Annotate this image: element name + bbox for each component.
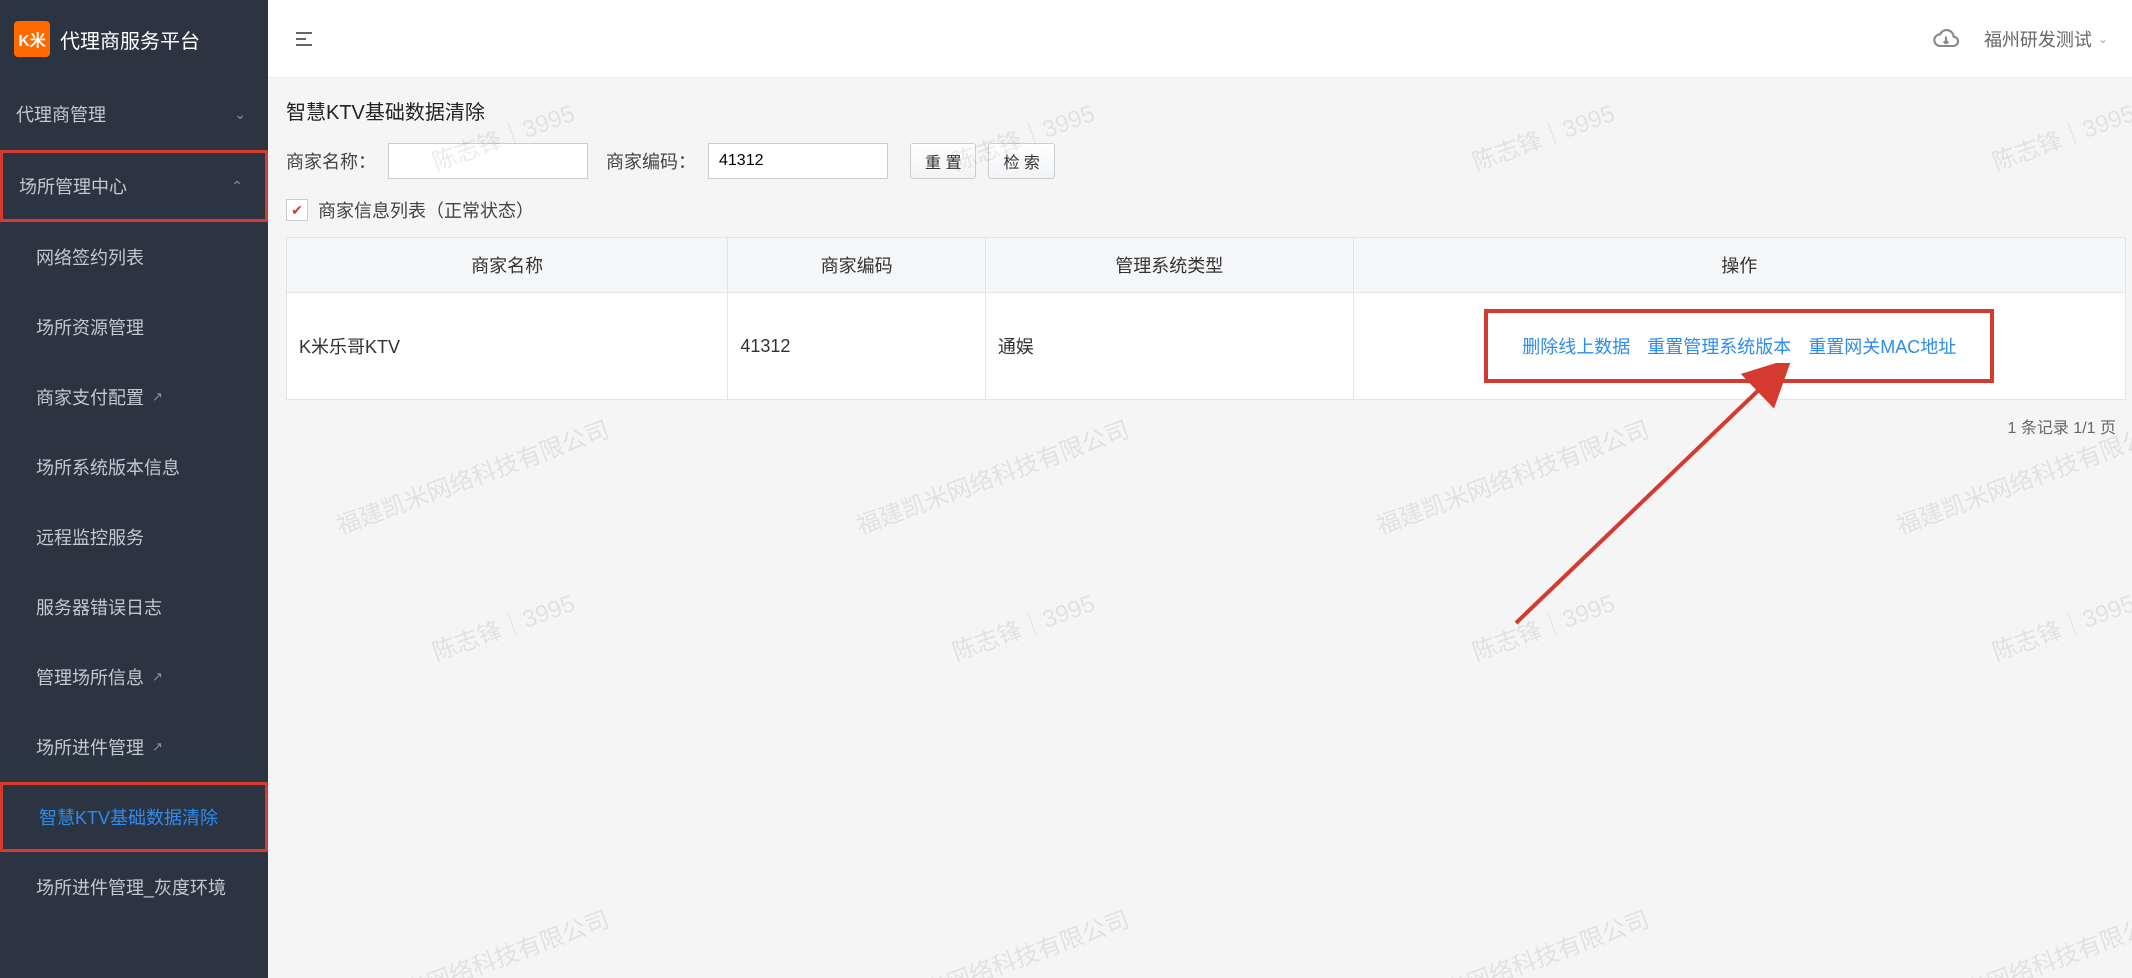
user-dropdown[interactable]: 福州研发测试 ⌄	[1984, 26, 2108, 52]
sidebar-item-label: 场所资源管理	[36, 314, 144, 340]
list-header: ✔ 商家信息列表（正常状态）	[286, 197, 2126, 223]
sidebar-item-label: 网络签约列表	[36, 244, 144, 270]
search-button[interactable]: 检 索	[988, 143, 1054, 179]
pager: 1 条记录 1/1 页	[286, 400, 2126, 452]
topbar: 福州研发测试 ⌄	[268, 0, 2132, 78]
col-operations: 操作	[1353, 238, 2125, 293]
sidebar-group-agent-mgmt[interactable]: 代理商管理 ⌄	[0, 78, 268, 150]
sidebar-item-label: 管理场所信息	[36, 664, 144, 690]
content: 陈志锋｜3995 陈志锋｜3995 陈志锋｜3995 陈志锋｜3995 福建凯米…	[268, 78, 2132, 978]
watermark-text: 陈志锋｜3995	[1467, 584, 1619, 668]
sidebar-item-label: 服务器错误日志	[36, 594, 162, 620]
sidebar-item-server-error-log[interactable]: 服务器错误日志	[0, 572, 268, 642]
cell-operations: 删除线上数据 重置管理系统版本 重置网关MAC地址	[1353, 293, 2125, 400]
main: 福州研发测试 ⌄ 陈志锋｜3995 陈志锋｜3995 陈志锋｜3995 陈志锋｜…	[268, 0, 2132, 978]
sidebar-item-ktv-data-clear[interactable]: 智慧KTV基础数据清除	[0, 782, 268, 852]
external-link-icon: ↗	[152, 389, 163, 405]
pager-text: 1 条记录 1/1 页	[2008, 414, 2116, 438]
watermark-text: 陈志锋｜3995	[1987, 584, 2132, 668]
watermark-text: 福建凯米网络科技有限公司	[851, 900, 1134, 978]
sidebar-group-venue-center[interactable]: 场所管理中心 ⌃	[0, 150, 268, 222]
sidebar-group-label: 场所管理中心	[19, 173, 127, 199]
sidebar: K米 代理商服务平台 代理商管理 ⌄ 场所管理中心 ⌃ 网络签约列表 场所资源管…	[0, 0, 268, 978]
watermark-text: 福建凯米网络科技有限公司	[1891, 900, 2132, 978]
reset-button[interactable]: 重 置	[910, 143, 976, 179]
table-header-row: 商家名称 商家编码 管理系统类型 操作	[287, 238, 2126, 293]
page-title: 智慧KTV基础数据清除	[286, 96, 2126, 125]
watermark-text: 陈志锋｜3995	[427, 584, 579, 668]
sidebar-item-venue-entry-mgmt[interactable]: 场所进件管理 ↗	[0, 712, 268, 782]
sidebar-item-merchant-pay-config[interactable]: 商家支付配置 ↗	[0, 362, 268, 432]
chevron-down-icon: ⌄	[234, 106, 246, 123]
external-link-icon: ↗	[152, 739, 163, 755]
cell-merchant-code: 41312	[728, 293, 985, 400]
operations-highlight: 删除线上数据 重置管理系统版本 重置网关MAC地址	[1484, 309, 1994, 383]
user-name: 福州研发测试	[1984, 26, 2092, 52]
sidebar-item-network-contracts[interactable]: 网络签约列表	[0, 222, 268, 292]
sidebar-item-venue-resources[interactable]: 场所资源管理	[0, 292, 268, 362]
search-row: 商家名称： 商家编码： 重 置 检 索	[286, 143, 2126, 179]
brand-logo: K米	[14, 21, 50, 57]
external-link-icon: ↗	[152, 669, 163, 685]
sidebar-item-label: 场所系统版本信息	[36, 454, 180, 480]
watermark-text: 福建凯米网络科技有限公司	[1371, 900, 1654, 978]
brand-title: 代理商服务平台	[60, 25, 200, 54]
data-table: 商家名称 商家编码 管理系统类型 操作 K米乐哥KTV 41312 通娱 删除线…	[286, 237, 2126, 400]
cloud-download-icon[interactable]	[1932, 25, 1960, 53]
merchant-code-input[interactable]	[708, 143, 888, 179]
sidebar-item-label: 场所进件管理_灰度环境	[36, 874, 226, 900]
chevron-down-icon: ⌄	[2098, 32, 2108, 46]
table-row: K米乐哥KTV 41312 通娱 删除线上数据 重置管理系统版本 重置网关MAC…	[287, 293, 2126, 400]
op-delete-online-data[interactable]: 删除线上数据	[1522, 337, 1630, 357]
sidebar-item-venue-system-version[interactable]: 场所系统版本信息	[0, 432, 268, 502]
watermark-text: 陈志锋｜3995	[947, 584, 1099, 668]
list-title: 商家信息列表（正常状态）	[318, 197, 534, 223]
op-reset-gateway-mac[interactable]: 重置网关MAC地址	[1808, 337, 1956, 357]
sidebar-item-remote-monitor[interactable]: 远程监控服务	[0, 502, 268, 572]
col-merchant-name: 商家名称	[287, 238, 728, 293]
chevron-up-icon: ⌃	[231, 178, 243, 195]
brand: K米 代理商服务平台	[0, 0, 268, 78]
sidebar-item-label: 智慧KTV基础数据清除	[39, 804, 218, 830]
sidebar-item-venue-info-mgmt[interactable]: 管理场所信息 ↗	[0, 642, 268, 712]
sidebar-item-label: 远程监控服务	[36, 524, 144, 550]
merchant-code-label: 商家编码：	[606, 148, 696, 174]
col-merchant-code: 商家编码	[728, 238, 985, 293]
sidebar-item-venue-entry-gray[interactable]: 场所进件管理_灰度环境	[0, 852, 268, 922]
watermark-text: 福建凯米网络科技有限公司	[331, 900, 614, 978]
sidebar-group-label: 代理商管理	[16, 101, 106, 127]
sidebar-item-label: 商家支付配置	[36, 384, 144, 410]
sidebar-item-label: 场所进件管理	[36, 734, 144, 760]
merchant-name-input[interactable]	[388, 143, 588, 179]
merchant-name-label: 商家名称：	[286, 148, 376, 174]
list-icon: ✔	[286, 199, 308, 221]
cell-system-type: 通娱	[985, 293, 1353, 400]
cell-merchant-name: K米乐哥KTV	[287, 293, 728, 400]
op-reset-system-version[interactable]: 重置管理系统版本	[1647, 337, 1791, 357]
col-system-type: 管理系统类型	[985, 238, 1353, 293]
sidebar-collapse-icon[interactable]	[292, 27, 316, 51]
